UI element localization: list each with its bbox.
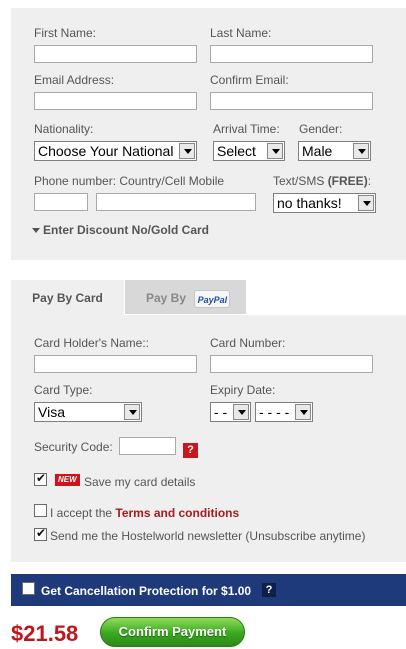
terms-link[interactable]: Terms and conditions (115, 506, 239, 520)
nationality-select[interactable]: Choose Your National (34, 141, 197, 161)
card-number-label: Card Number: (210, 336, 286, 350)
first-name-label: First Name: (34, 26, 97, 40)
card-type-label: Card Type: (34, 383, 93, 397)
discount-toggle-label: Enter Discount No/Gold Card (43, 223, 210, 237)
nationality-label: Nationality: (34, 122, 94, 136)
save-card-checkbox[interactable] (34, 471, 47, 486)
paypal-logo-text: PayPal (197, 295, 228, 305)
phone-label: Phone number: Country/Cell Mobile (34, 174, 225, 188)
expiry-date-label: Expiry Date: (210, 383, 276, 397)
confirm-email-field[interactable] (210, 92, 373, 110)
card-number-field[interactable] (210, 355, 373, 373)
confirm-email-label: Confirm Email: (210, 73, 289, 87)
chevron-down-icon[interactable] (179, 143, 195, 159)
last-name-label: Last Name: (210, 26, 272, 40)
sms-label-colon: : (367, 174, 372, 188)
tab-pay-by-card[interactable]: Pay By Card (11, 280, 124, 316)
last-name-field[interactable] (210, 45, 373, 63)
confirm-payment-button[interactable]: Confirm Payment (100, 617, 245, 647)
chevron-down-icon[interactable] (124, 404, 140, 420)
sms-select[interactable]: no thanks! (273, 193, 376, 213)
nationality-select-value: Choose Your National (38, 143, 174, 159)
sms-label: Text/SMS (FREE): (273, 174, 371, 188)
email-field[interactable] (34, 92, 197, 110)
cancellation-protection-checkbox[interactable] (22, 582, 35, 595)
gender-select-value: Male (302, 143, 333, 159)
security-code-field[interactable] (119, 437, 176, 455)
sms-free-label: (FREE) (327, 174, 368, 188)
sms-select-value: no thanks! (277, 195, 342, 211)
caret-down-icon (32, 228, 40, 234)
card-holder-label: Card Holder's Name:: (34, 336, 149, 350)
card-holder-field[interactable] (34, 355, 197, 373)
first-name-field[interactable] (34, 45, 197, 63)
phone-country-field[interactable] (34, 193, 88, 211)
chevron-down-icon[interactable] (267, 143, 283, 159)
email-label: Email Address: (34, 73, 115, 87)
card-type-select[interactable]: Visa (34, 402, 142, 422)
security-help-icon-glyph: ? (187, 444, 194, 456)
phone-mobile-field[interactable] (96, 193, 256, 211)
expiry-month-select[interactable]: - - (210, 402, 251, 422)
discount-toggle[interactable]: Enter Discount No/Gold Card (32, 223, 209, 237)
arrival-time-label: Arrival Time: (213, 122, 280, 136)
tab-pay-by-card-label: Pay By Card (32, 291, 103, 305)
expiry-year-select[interactable]: - - - - (255, 402, 313, 422)
tab-pay-by-paypal-label: Pay By (146, 291, 187, 306)
newsletter-label: Send me the Hostelworld newsletter (Unsu… (50, 529, 366, 543)
security-help-icon[interactable]: ? (183, 443, 198, 458)
protection-help-icon[interactable]: ? (262, 583, 276, 597)
chevron-down-icon[interactable] (358, 195, 374, 211)
chevron-down-icon[interactable] (353, 143, 369, 159)
tab-pay-by-paypal[interactable]: Pay By PayPal (125, 280, 246, 314)
arrival-time-select[interactable]: Select (213, 141, 285, 161)
save-card-label: Save my card details (84, 475, 196, 489)
terms-checkbox[interactable] (34, 504, 47, 517)
arrival-time-select-value: Select (217, 143, 256, 159)
sms-label-text: Text/SMS (273, 174, 328, 188)
security-code-label: Security Code: (34, 440, 113, 454)
newsletter-checkbox[interactable] (34, 526, 47, 541)
chevron-down-icon[interactable] (295, 404, 311, 420)
paypal-logo: PayPal (194, 290, 231, 308)
confirm-payment-label: Confirm Payment (118, 624, 227, 639)
expiry-year-value: - - - - (259, 404, 290, 420)
new-badge: NEW (55, 474, 80, 486)
terms-label: I accept the Terms and conditions (50, 506, 239, 520)
cancellation-protection-label: Get Cancellation Protection for $1.00 (41, 584, 252, 598)
protection-help-icon-glyph: ? (265, 584, 273, 596)
chevron-down-icon[interactable] (233, 404, 249, 420)
total-price: $21.58 (11, 621, 79, 646)
gender-label: Gender: (299, 122, 343, 136)
terms-label-text: I accept the (50, 506, 116, 520)
expiry-month-value: - - (214, 404, 228, 420)
card-type-select-value: Visa (38, 404, 65, 420)
gender-select[interactable]: Male (298, 141, 371, 161)
card-details-panel (11, 315, 406, 562)
